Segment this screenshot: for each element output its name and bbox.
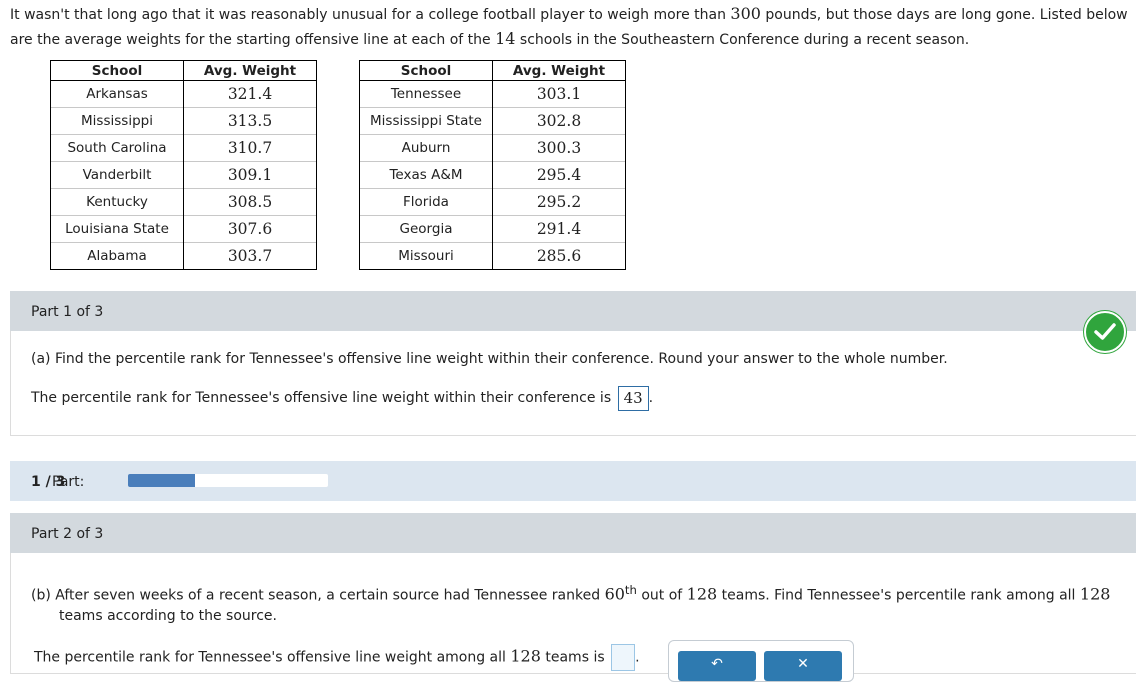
- intro-text-3: schools in the Southeastern Conference d…: [515, 32, 970, 48]
- header-weight: Avg. Weight: [492, 60, 626, 81]
- intro-num-300: 300: [730, 4, 761, 23]
- undo-button[interactable]: ↶: [678, 651, 756, 681]
- part1-answer-prefix: The percentile rank for Tennessee's offe…: [31, 390, 612, 406]
- table-row: Alabama 303.7: [50, 242, 317, 270]
- table-row: South Carolina 310.7: [50, 134, 317, 162]
- answer-tools: ↶ ✕: [668, 640, 854, 682]
- weights-table-right: School Avg. Weight Tennessee 303.1 Missis…: [359, 60, 626, 270]
- part1-body: [10, 331, 1136, 436]
- table-row: Vanderbilt 309.1: [50, 161, 317, 189]
- table-row: Kentucky 308.5: [50, 188, 317, 216]
- header-school: School: [359, 60, 493, 81]
- part1-title: Part 1 of 3: [31, 304, 104, 320]
- header-weight: Avg. Weight: [183, 60, 317, 81]
- part1-question: (a) Find the percentile rank for Tenness…: [31, 351, 948, 367]
- table-row: Mississippi 313.5: [50, 107, 317, 135]
- progress-bar: [128, 474, 328, 487]
- table-row: Missouri 285.6: [359, 242, 626, 270]
- progress-fill: [128, 474, 195, 487]
- progress-label: Part: 1 / 3: [31, 474, 85, 490]
- undo-icon: ↶: [711, 656, 723, 672]
- table-row: Auburn 300.3: [359, 134, 626, 162]
- part1-answer-field[interactable]: 43: [617, 385, 649, 411]
- part2-answer-line: The percentile rank for Tennessee's offe…: [34, 644, 640, 671]
- table-row: Florida 295.2: [359, 188, 626, 216]
- intro-num-14: 14: [495, 29, 516, 48]
- part2-question: (b) After seven weeks of a recent season…: [31, 583, 1111, 624]
- weights-table-left: School Avg. Weight Arkansas 321.4 Mississ…: [50, 60, 317, 270]
- intro-text-1: It wasn't that long ago that it was reas…: [10, 7, 731, 23]
- table-row: Mississippi State 302.8: [359, 107, 626, 135]
- table-row: Louisiana State 307.6: [50, 215, 317, 243]
- table-row: Tennessee 303.1: [359, 80, 626, 108]
- table-row: Georgia 291.4: [359, 215, 626, 243]
- table-row: Texas A&M 295.4: [359, 161, 626, 189]
- table-row: Arkansas 321.4: [50, 80, 317, 108]
- check-circle-icon: [1084, 311, 1126, 353]
- part2-header: Part 2 of 3: [10, 513, 1136, 553]
- part2-title: Part 2 of 3: [31, 526, 104, 542]
- header-school: School: [50, 60, 184, 81]
- problem-intro: It wasn't that long ago that it was reas…: [10, 2, 1136, 52]
- clear-button[interactable]: ✕: [764, 651, 842, 681]
- part1-answer-line: The percentile rank for Tennessee's offe…: [31, 385, 653, 412]
- part2-answer-field[interactable]: [611, 644, 636, 671]
- clear-icon: ✕: [797, 656, 809, 672]
- part1-header: Part 1 of 3: [10, 291, 1136, 331]
